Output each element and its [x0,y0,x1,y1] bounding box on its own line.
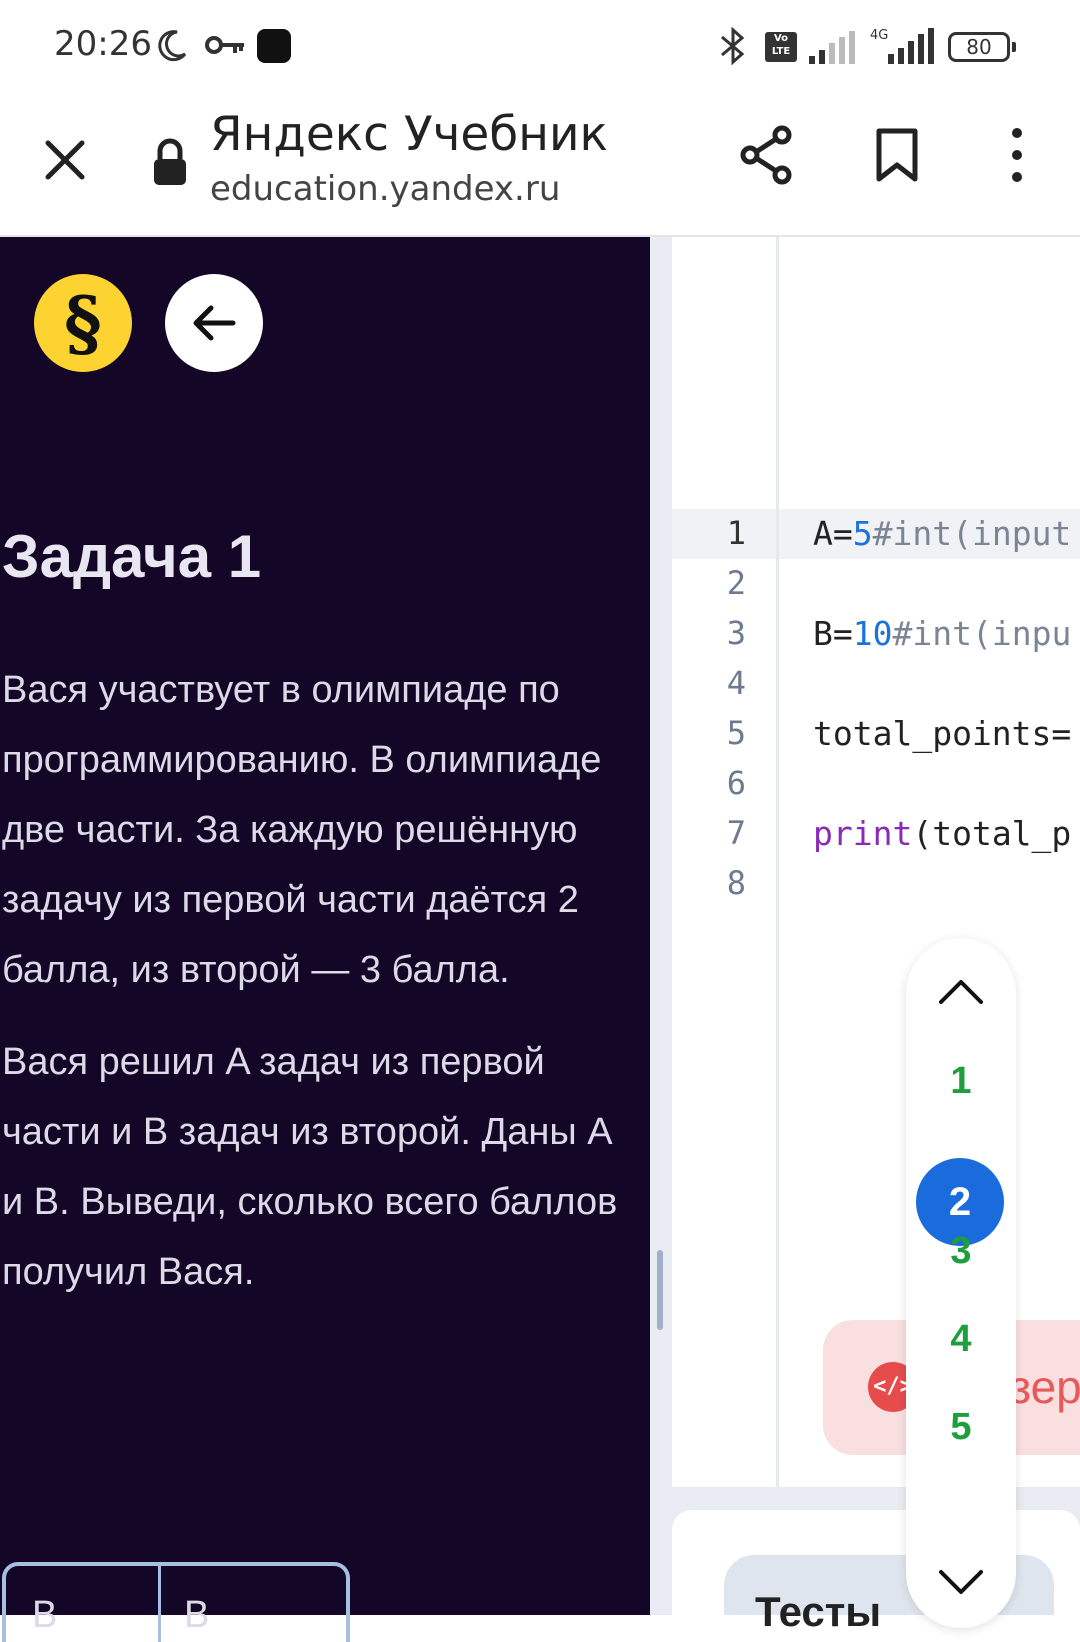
network-type-label: 4G [870,28,888,43]
task-nav-item-3[interactable]: 3 [906,1230,1016,1273]
task-nav-item-5[interactable]: 5 [906,1406,1016,1449]
share-icon[interactable] [738,125,794,185]
code-comment: #int(input [872,514,1072,553]
tests-tab-label: Тесты [755,1588,882,1635]
lock-icon [154,138,186,185]
code-line[interactable]: A=5#int(input [813,514,1071,553]
table-header-output: В [184,1594,210,1636]
task-title: Задача 1 [2,523,262,590]
task-paragraph: Вася решил A задач из первой части и B з… [2,1041,618,1293]
page-url[interactable]: education.yandex.ru [210,169,560,209]
browser-toolbar: Яндекс Учебник education.yandex.ru [0,95,1080,237]
line-number: 7 [726,814,746,852]
arrow-left-icon [193,305,236,341]
bluetooth-icon [721,26,745,66]
mobile-data-signal-icon: 4G [870,28,934,64]
code-number: 5 [852,514,873,553]
line-number: 6 [726,764,746,802]
more-menu-icon[interactable] [1000,125,1034,185]
task-nav-item-1[interactable]: 1 [906,1060,1016,1103]
status-bar: 20:26 Vo LTE 4G 80 [0,0,1080,95]
volte-icon: Vo LTE [765,32,797,62]
panel-resize-handle[interactable] [657,1250,663,1330]
code-var: A= [813,514,853,553]
table-divider [158,1566,161,1642]
code-line[interactable]: total_points= [813,714,1071,753]
yandex-textbook-logo[interactable]: § [34,274,132,372]
do-not-disturb-icon [158,30,187,62]
io-example-table: В В [2,1562,350,1642]
check-solution-label: зер [1010,1361,1080,1413]
line-number: 2 [726,564,746,602]
bookmark-icon[interactable] [873,127,921,183]
vpn-key-icon [205,36,244,54]
task-panel: § Задача 1 Вася участвует в олимпиаде по… [0,237,650,1642]
app-notification-icon [257,29,291,63]
task-paragraph: Вася участвует в олимпиаде по программир… [2,669,602,991]
gutter-divider [776,237,779,1487]
chevron-down-icon[interactable] [937,1568,985,1598]
line-number: 1 [726,514,746,552]
code-comment: #int(inpu [892,614,1072,653]
chevron-up-icon[interactable] [937,976,985,1006]
task-navigator: 1 2 3 4 5 [906,938,1016,1628]
close-icon[interactable] [40,135,90,185]
code-var: B= [813,614,853,653]
code-text: total_points= [813,714,1072,753]
signal-strength-icon [809,31,855,64]
line-number: 5 [726,714,746,752]
page-title: Яндекс Учебник [210,107,608,162]
code-line[interactable]: B=10#int(inpu [813,614,1071,653]
line-number: 8 [726,864,746,902]
line-number: 4 [726,664,746,702]
status-time: 20:26 [54,24,152,64]
line-number: 3 [726,614,746,652]
back-button[interactable] [165,274,263,372]
code-line[interactable]: print(total_p [813,814,1071,853]
battery-indicator: 80 [948,32,1016,62]
code-editor[interactable] [672,237,1080,1487]
code-keyword: print [813,814,913,853]
task-description: Вася участвует в олимпиаде по программир… [2,655,642,1329]
table-header-input: В [32,1594,58,1636]
task-nav-item-4[interactable]: 4 [906,1318,1016,1361]
code-number: 10 [852,614,893,653]
code-text: (total_p [912,814,1072,853]
